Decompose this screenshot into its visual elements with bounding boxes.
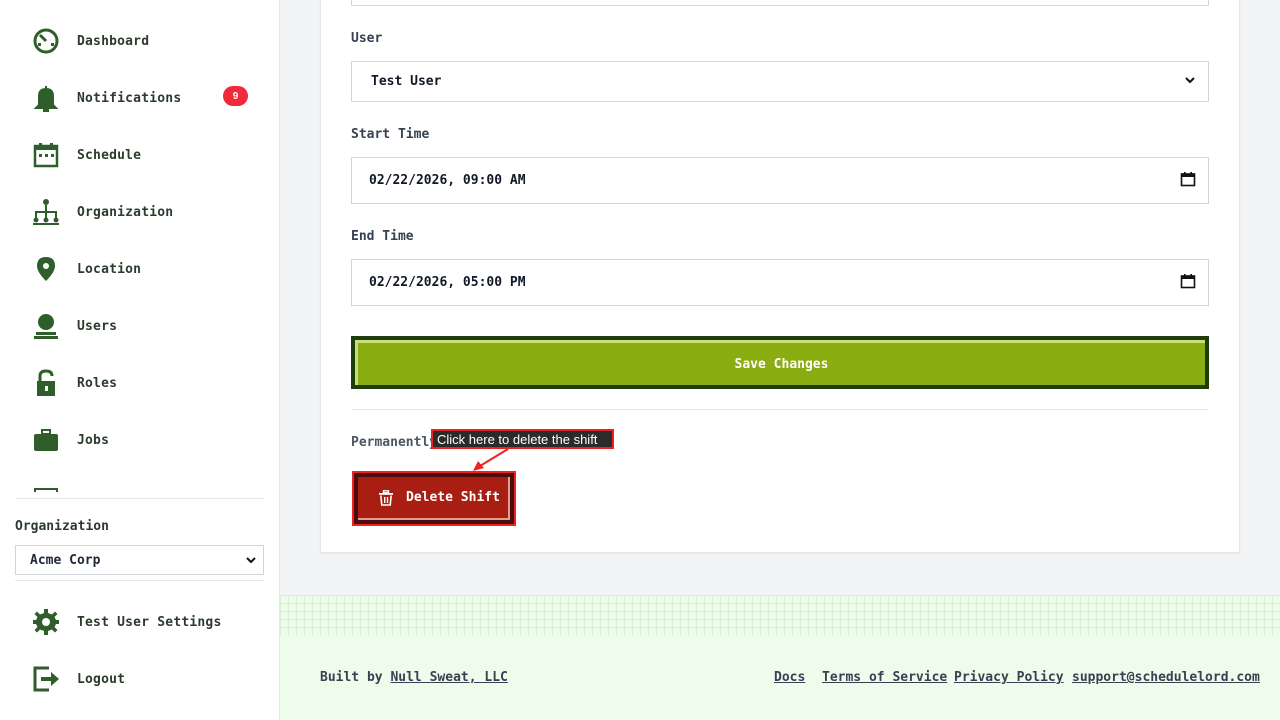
user-field-label: User — [351, 31, 383, 46]
sidebar-item-label: Schedule — [77, 147, 142, 163]
user-select[interactable]: Test User — [351, 61, 1209, 102]
sidebar-item-label: Users — [77, 318, 118, 334]
organization-selected-value: Acme Corp — [30, 552, 101, 568]
previous-field-bottom-edge — [351, 0, 1209, 6]
sidebar-item-roles[interactable]: Roles — [30, 363, 250, 403]
sidebar-divider — [15, 580, 264, 581]
sidebar-nav: Dashboard Notifications 9 Schedule Organ… — [0, 0, 280, 492]
delete-shift-button[interactable]: Delete Shift — [354, 473, 514, 524]
docs-link[interactable]: Docs — [774, 670, 805, 685]
save-changes-button[interactable]: Save Changes — [351, 336, 1209, 389]
partial-nav-icon — [34, 488, 58, 492]
delete-tooltip: Click here to delete the shift — [431, 429, 614, 449]
briefcase-icon — [30, 424, 62, 456]
chevron-down-icon — [245, 554, 257, 570]
privacy-link[interactable]: Privacy Policy — [954, 670, 1064, 685]
permanently-delete-text: Permanently — [351, 435, 438, 450]
logout-icon — [30, 663, 62, 695]
org-chart-icon — [30, 196, 62, 228]
sidebar-item-label: Organization — [77, 204, 174, 220]
section-divider — [351, 409, 1209, 410]
user-settings-link[interactable]: Test User Settings — [30, 602, 250, 642]
terms-link[interactable]: Terms of Service — [822, 670, 947, 685]
sidebar-item-notifications[interactable]: Notifications 9 — [30, 78, 250, 118]
company-link[interactable]: Null Sweat, LLC — [390, 670, 507, 685]
user-icon — [30, 310, 62, 342]
sidebar-item-label: Dashboard — [77, 33, 150, 49]
notification-count-badge: 9 — [223, 86, 248, 106]
chevron-down-icon — [1184, 74, 1196, 90]
start-time-value: 02/22/2026, 09:00 AM — [369, 173, 526, 188]
trash-icon — [378, 489, 406, 506]
organization-select[interactable]: Acme Corp — [15, 545, 264, 575]
start-time-label: Start Time — [351, 127, 430, 142]
sidebar-item-jobs[interactable]: Jobs — [30, 420, 250, 460]
organization-label: Organization — [15, 519, 109, 534]
sidebar-divider — [15, 498, 264, 499]
sidebar-item-label: Notifications — [77, 90, 182, 106]
bell-icon — [30, 82, 62, 114]
built-by-text: Built by Null Sweat, LLC — [320, 670, 508, 685]
gear-icon — [30, 606, 62, 638]
settings-label: Test User Settings — [77, 614, 222, 630]
end-time-label: End Time — [351, 229, 414, 244]
lock-icon — [30, 367, 62, 399]
calendar-picker-icon[interactable] — [1180, 273, 1196, 293]
logout-link[interactable]: Logout — [30, 659, 250, 699]
end-time-input[interactable]: 02/22/2026, 05:00 PM — [351, 259, 1209, 306]
save-changes-label: Save Changes — [734, 356, 829, 372]
footer-grid-pattern — [280, 595, 1280, 635]
calendar-icon — [30, 139, 62, 171]
logout-label: Logout — [77, 671, 126, 687]
sidebar-item-users[interactable]: Users — [30, 306, 250, 346]
sidebar-item-label: Location — [77, 261, 142, 277]
built-by-label: Built by — [320, 670, 391, 685]
sidebar-item-location[interactable]: Location — [30, 249, 250, 289]
user-selected-value: Test User — [371, 74, 442, 89]
delete-shift-label: Delete Shift — [406, 490, 500, 505]
sidebar-item-dashboard[interactable]: Dashboard — [30, 21, 250, 61]
sidebar-item-label: Jobs — [77, 432, 110, 448]
end-time-value: 02/22/2026, 05:00 PM — [369, 275, 526, 290]
support-email-link[interactable]: support@schedulelord.com — [1072, 670, 1260, 685]
sidebar-item-organization[interactable]: Organization — [30, 192, 250, 232]
sidebar-item-label: Roles — [77, 375, 118, 391]
dashboard-icon — [30, 25, 62, 57]
start-time-input[interactable]: 02/22/2026, 09:00 AM — [351, 157, 1209, 204]
sidebar: Dashboard Notifications 9 Schedule Organ… — [0, 0, 280, 720]
calendar-picker-icon[interactable] — [1180, 171, 1196, 191]
sidebar-item-schedule[interactable]: Schedule — [30, 135, 250, 175]
location-pin-icon — [30, 253, 62, 285]
